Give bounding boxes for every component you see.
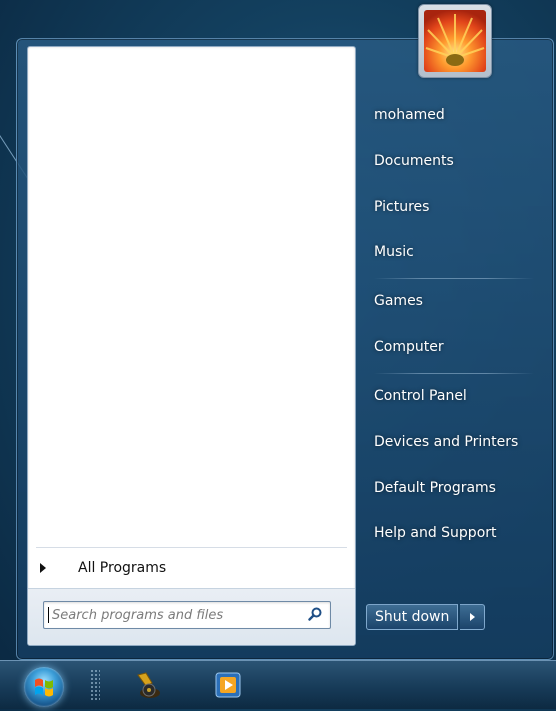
right-divider <box>374 373 534 374</box>
taskbar <box>0 660 556 709</box>
chevron-right-icon <box>469 613 475 621</box>
right-item-control-panel[interactable]: Control Panel <box>364 381 544 411</box>
search-icon[interactable] <box>308 607 322 621</box>
windows-media-center-icon[interactable] <box>130 669 164 701</box>
text-caret <box>48 607 49 623</box>
right-item-default-programs[interactable]: Default Programs <box>364 473 544 503</box>
search-input[interactable] <box>52 602 292 628</box>
shutdown-group: Shut down <box>366 604 486 630</box>
windows-logo-icon <box>35 678 53 697</box>
search-box[interactable] <box>43 601 331 629</box>
start-menu-left-pane: All Programs <box>27 46 356 646</box>
windows-media-player-icon[interactable] <box>212 669 246 701</box>
all-programs-button[interactable]: All Programs <box>34 555 346 581</box>
right-item-computer[interactable]: Computer <box>364 332 544 362</box>
flower-icon <box>424 10 486 72</box>
shutdown-button[interactable]: Shut down <box>366 604 459 630</box>
right-item-documents[interactable]: Documents <box>364 146 544 176</box>
right-item-user[interactable]: mohamed <box>364 100 544 130</box>
user-avatar[interactable] <box>418 4 492 78</box>
chevron-right-icon <box>40 563 46 573</box>
search-area <box>28 588 355 645</box>
all-programs-divider <box>36 547 347 548</box>
right-item-pictures[interactable]: Pictures <box>364 192 544 222</box>
taskbar-grip <box>90 669 100 701</box>
right-divider <box>374 278 534 279</box>
right-item-help-and-support[interactable]: Help and Support <box>364 518 544 548</box>
right-item-music[interactable]: Music <box>364 237 544 267</box>
right-item-devices-and-printers[interactable]: Devices and Printers <box>364 427 544 457</box>
shutdown-options-button[interactable] <box>460 604 486 630</box>
all-programs-label: All Programs <box>78 560 167 576</box>
right-item-games[interactable]: Games <box>364 286 544 316</box>
start-button[interactable] <box>24 667 64 707</box>
